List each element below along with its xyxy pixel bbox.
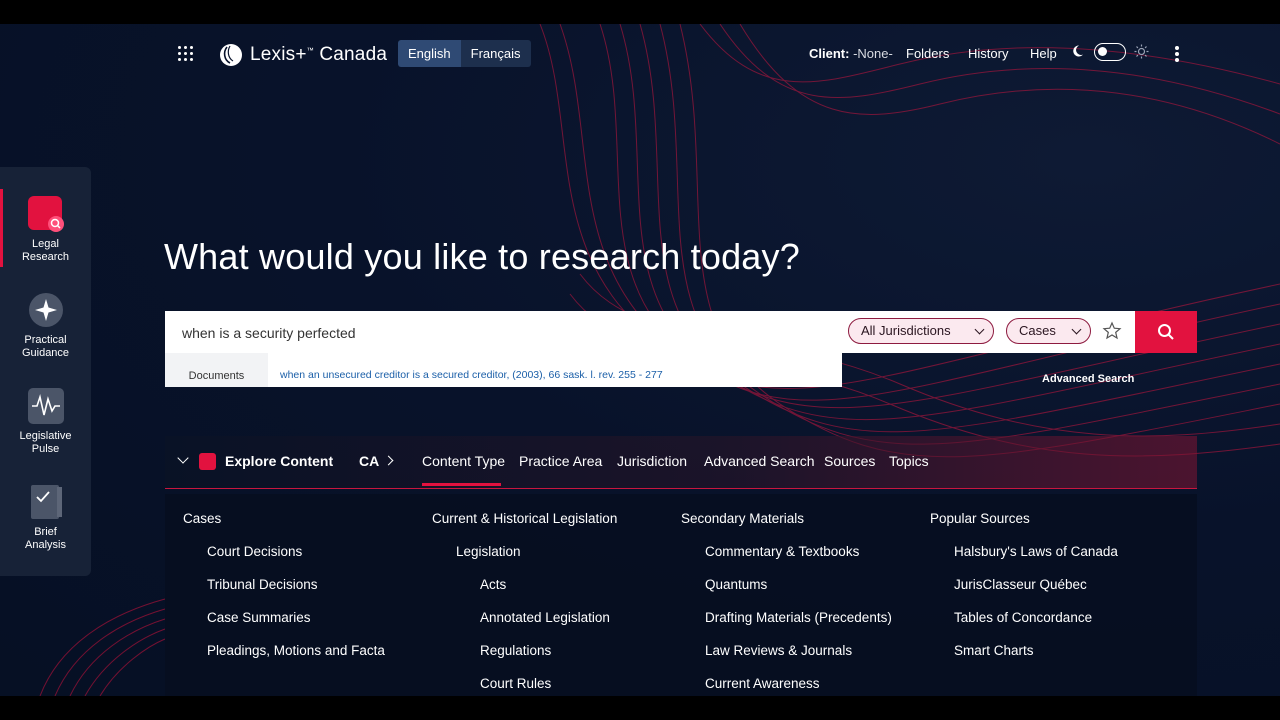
column-heading[interactable]: Secondary Materials [681,511,804,526]
list-item[interactable]: Commentary & Textbooks [705,544,859,559]
list-item[interactable]: Regulations [480,643,551,658]
list-item[interactable]: Quantums [705,577,767,592]
search-box: All Jurisdictions Cases [165,311,1135,355]
page-title: What would you like to research today? [164,236,800,277]
list-item[interactable]: Court Decisions [207,544,302,559]
list-item[interactable]: Smart Charts [954,643,1034,658]
more-vertical-icon[interactable] [1174,45,1180,63]
list-item[interactable]: Tables of Concordance [954,610,1092,625]
rail-legal-research[interactable]: Legal Research [0,195,91,264]
nav-help[interactable]: Help [1030,46,1057,61]
brief-analysis-icon [30,485,62,519]
practical-guidance-icon [28,293,63,327]
product-rail: Legal Research Practical Guidance Legislat… [0,167,91,576]
region-selector[interactable]: CA [359,453,379,469]
search-icon [1158,324,1174,340]
list-item[interactable]: Legislation [456,544,521,559]
client-value: -None- [853,46,893,61]
list-item[interactable]: Current Awareness [705,676,820,691]
client-label: Client: [809,46,850,61]
chevron-right-icon[interactable] [383,455,394,466]
rail-practical-guidance[interactable]: Practical Guidance [0,291,91,360]
list-item[interactable]: Annotated Legislation [480,610,610,625]
column-heading[interactable]: Popular Sources [930,511,1030,526]
legislative-pulse-icon [27,388,64,424]
nav-folders[interactable]: Folders [906,46,949,61]
rail-label: Practical Guidance [21,334,70,359]
list-item[interactable]: Drafting Materials (Precedents) [705,610,892,625]
list-item[interactable]: Pleadings, Motions and Facta [207,643,385,658]
nav-history[interactable]: History [968,46,1008,61]
column-heading[interactable]: Cases [183,511,221,526]
list-item[interactable]: Halsbury's Laws of Canada [954,544,1118,559]
suggestion-item[interactable]: when an unsecured creditor is a secured … [280,369,663,381]
search-input[interactable] [180,311,824,355]
list-item[interactable]: JurisClasseur Québec [954,577,1087,592]
jurisdiction-value: All Jurisdictions [861,323,951,338]
chevron-down-icon [1071,324,1082,335]
active-tab-underline [422,483,501,486]
client-selector[interactable]: Client: -None- [809,46,893,61]
content-type-value: Cases [1019,323,1056,338]
chevron-down-icon[interactable] [177,452,189,464]
rail-label: Brief Analysis [25,526,66,551]
search-button[interactable] [1135,311,1197,353]
tab-sources[interactable]: Sources [824,453,875,469]
list-item[interactable]: Tribunal Decisions [207,577,318,592]
content-type-select[interactable]: Cases [1006,318,1091,344]
tab-topics[interactable]: Topics [889,453,929,469]
rail-label: Legislative Pulse [19,430,72,455]
tab-jurisdiction[interactable]: Jurisdiction [617,453,687,469]
list-item[interactable]: Acts [480,577,506,592]
apps-grid-icon[interactable] [176,44,196,64]
explore-title: Explore Content [225,453,334,469]
explore-content-icon [199,453,216,470]
sun-icon[interactable] [1134,44,1149,59]
chevron-down-icon [974,324,985,335]
brand-name: Lexis+™ Canada [250,44,388,65]
explore-content-bar: Explore Content CA Content Type Practice… [165,436,1197,489]
list-item[interactable]: Court Rules [480,676,551,691]
tab-practice-area[interactable]: Practice Area [519,453,602,469]
rail-brief-analysis[interactable]: Brief Analysis [0,483,91,552]
rail-label: Legal Research [21,238,70,263]
theme-toggle[interactable] [1094,43,1126,61]
top-header: Lexis+™ Canada English Français Client: … [0,24,1280,84]
list-item[interactable]: Law Reviews & Journals [705,643,852,658]
lexis-logo[interactable]: Lexis+™ Canada [218,42,387,68]
advanced-search-link[interactable]: Advanced Search [1042,373,1134,385]
language-switch: English Français [398,40,531,67]
app-window: Lexis+™ Canada English Français Client: … [0,24,1280,696]
suggestion-category: Documents [165,353,268,387]
moon-icon[interactable] [1073,44,1087,58]
star-icon[interactable] [1102,321,1122,341]
legal-research-icon [27,196,64,232]
content-type-panel: Cases Court Decisions Tribunal Decisions… [165,494,1197,696]
lang-francais[interactable]: Français [460,40,531,67]
tab-content-type[interactable]: Content Type [422,453,505,469]
lexis-logo-mark-icon [220,44,242,66]
list-item[interactable]: Case Summaries [207,610,311,625]
search-suggestions: Documents when an unsecured creditor is … [165,353,842,387]
lang-english[interactable]: English [398,40,461,67]
rail-legislative-pulse[interactable]: Legislative Pulse [0,387,91,456]
jurisdiction-select[interactable]: All Jurisdictions [848,318,994,344]
column-heading[interactable]: Current & Historical Legislation [432,511,617,526]
tab-advanced-search[interactable]: Advanced Search [704,453,815,469]
